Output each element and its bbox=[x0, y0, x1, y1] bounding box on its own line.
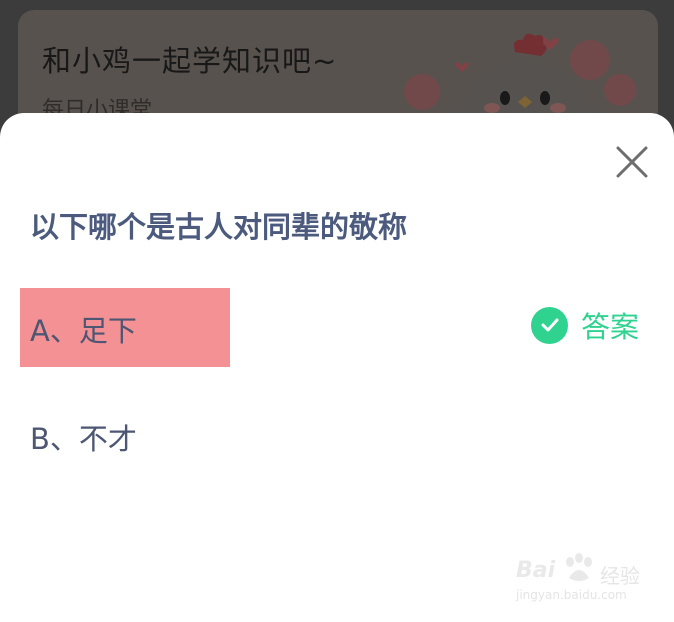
watermark-url: jingyan.baidu.com bbox=[516, 588, 627, 602]
option-b-label: B、不才 bbox=[30, 422, 137, 456]
option-b[interactable]: B、不才 bbox=[20, 398, 280, 468]
watermark-brand-cn: 经验 bbox=[600, 564, 640, 588]
baidu-jingyan-watermark: Bai 经验 jingyan.baidu.com bbox=[516, 552, 646, 608]
answer-label: 答案 bbox=[581, 310, 640, 344]
close-icon[interactable] bbox=[614, 144, 650, 180]
quiz-bottom-sheet bbox=[0, 113, 674, 622]
check-circle-icon bbox=[531, 306, 568, 344]
answer-indicator: 答案 bbox=[531, 305, 639, 345]
option-a[interactable]: A、足下 bbox=[20, 288, 230, 367]
watermark-brand: Bai bbox=[516, 558, 556, 583]
option-a-label: A、足下 bbox=[30, 314, 137, 348]
question-text: 以下哪个是古人对同辈的敬称 bbox=[30, 210, 408, 244]
paw-icon bbox=[566, 553, 592, 581]
screen: 和小鸡一起学知识吧~ 每日小课堂 以下哪个是古人对同辈的敬称 A、足下 答案 B… bbox=[0, 0, 674, 622]
